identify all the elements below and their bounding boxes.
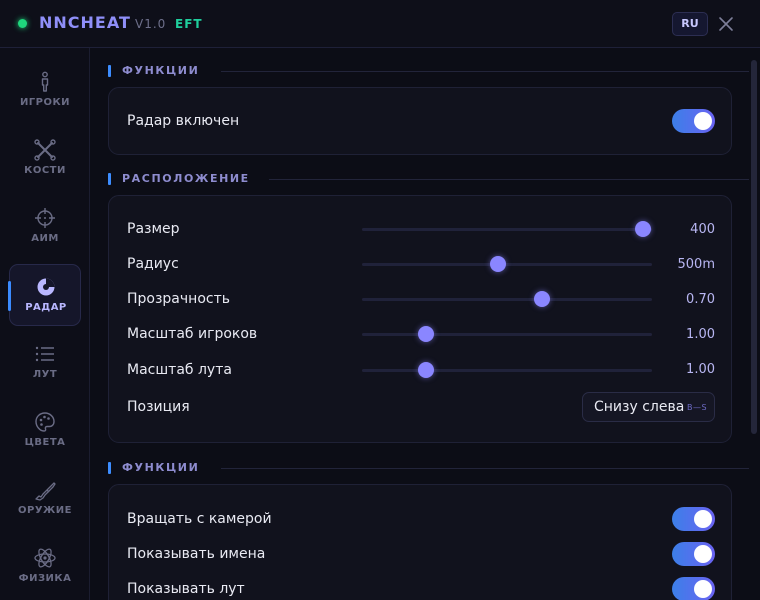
- slider-value: 0.70: [686, 292, 715, 307]
- section-title: ФУНКЦИИ: [122, 461, 200, 474]
- language-button[interactable]: RU: [672, 12, 708, 36]
- rifle-icon: [35, 482, 56, 501]
- app-window: NNCHEAT V1.0 EFT RU ИГРОКИ КОСТИ АИМ РАД…: [0, 0, 760, 600]
- slider-thumb[interactable]: [417, 326, 434, 342]
- slider-value: 500m: [677, 257, 715, 272]
- slider-label: Прозрачность: [127, 291, 230, 307]
- loot-scale-slider[interactable]: [362, 361, 652, 379]
- toggle-knob: [694, 580, 712, 598]
- status-indicator: [18, 19, 27, 28]
- slider-label: Масштаб игроков: [127, 326, 258, 342]
- palette-icon: [35, 412, 55, 432]
- sidebar-item-physics[interactable]: ФИЗИКА: [9, 536, 81, 598]
- slider-thumb[interactable]: [490, 256, 507, 272]
- game-tag: EFT: [175, 17, 203, 31]
- section-title: ФУНКЦИИ: [122, 64, 200, 77]
- content-panel: ФУНКЦИИ Радар включен РАСПОЛОЖЕНИЕ Разме…: [91, 48, 760, 600]
- close-button[interactable]: [716, 14, 736, 34]
- slider-label: Масштаб лута: [127, 362, 232, 378]
- slider-label: Размер: [127, 221, 180, 237]
- crosshair-icon: [35, 208, 55, 228]
- card-placement: Размер 400 Радиус 500m Прозрачность 0.70…: [108, 195, 732, 443]
- sidebar-item-radar[interactable]: РАДАР: [8, 264, 81, 326]
- toggle-label: Вращать с камерой: [127, 511, 272, 527]
- sidebar: ИГРОКИ КОСТИ АИМ РАДАР ЛУТ ЦВЕТА ОРУЖИЕ …: [0, 48, 90, 600]
- section-divider: [269, 179, 749, 180]
- content-scrollbar[interactable]: [751, 60, 757, 434]
- sidebar-item-colors[interactable]: ЦВЕТА: [9, 400, 81, 462]
- radius-slider[interactable]: [362, 255, 652, 273]
- sidebar-item-label: РАДАР: [25, 302, 67, 313]
- slider-track: [362, 298, 652, 301]
- sidebar-item-bones[interactable]: КОСТИ: [9, 128, 81, 190]
- sidebar-item-label: ИГРОКИ: [19, 97, 71, 108]
- slider-label: Радиус: [127, 256, 179, 272]
- position-label: Позиция: [127, 399, 190, 415]
- sidebar-item-label: ЦВЕТА: [24, 437, 66, 448]
- radar-enabled-toggle[interactable]: [672, 109, 715, 133]
- sidebar-item-label: КОСТИ: [24, 165, 66, 176]
- card-functions-top: Радар включен: [108, 87, 732, 155]
- player-scale-slider[interactable]: [362, 325, 652, 343]
- section-accent: [108, 462, 111, 474]
- slider-value: 1.00: [686, 327, 715, 342]
- rotate-with-camera-toggle[interactable]: [672, 507, 715, 531]
- sidebar-item-label: АИМ: [31, 233, 59, 244]
- toggle-label: Показывать имена: [127, 546, 266, 562]
- slider-track: [362, 333, 652, 336]
- slider-track: [362, 228, 652, 231]
- sidebar-item-loot[interactable]: ЛУТ: [9, 332, 81, 394]
- toggle-knob: [694, 112, 712, 130]
- section-divider: [221, 468, 749, 469]
- sidebar-item-players[interactable]: ИГРОКИ: [9, 60, 81, 122]
- app-version: V1.0: [135, 17, 167, 31]
- section-accent: [108, 173, 111, 185]
- toggle-label: Показывать лут: [127, 581, 245, 597]
- player-icon: [41, 71, 49, 92]
- bones-icon: [34, 139, 56, 161]
- app-title: NNCHEAT: [39, 13, 131, 32]
- toggle-knob: [694, 545, 712, 563]
- list-icon: [35, 346, 54, 362]
- slider-track: [362, 369, 652, 372]
- position-select-value: Снизу слева: [594, 399, 685, 415]
- atom-icon: [34, 548, 56, 568]
- section-title: РАСПОЛОЖЕНИЕ: [122, 172, 250, 185]
- toggle-label: Радар включен: [127, 113, 240, 129]
- title-bar: NNCHEAT V1.0 EFT RU: [0, 0, 760, 48]
- toggle-knob: [694, 510, 712, 528]
- show-loot-toggle[interactable]: [672, 577, 715, 600]
- sidebar-item-aim[interactable]: АИМ: [9, 196, 81, 258]
- position-select[interactable]: Снизу слева B—S: [582, 392, 715, 422]
- position-select-hint: B—S: [687, 403, 708, 412]
- slider-value: 1.00: [686, 362, 715, 377]
- slider-track: [362, 263, 652, 266]
- sidebar-item-label: ФИЗИКА: [18, 573, 72, 584]
- close-icon: [719, 17, 733, 31]
- section-divider: [221, 71, 749, 72]
- sidebar-item-weapons[interactable]: ОРУЖИЕ: [9, 468, 81, 530]
- slider-value: 400: [690, 222, 715, 237]
- slider-thumb[interactable]: [417, 362, 434, 378]
- slider-thumb[interactable]: [533, 291, 550, 307]
- size-slider[interactable]: [362, 220, 652, 238]
- show-names-toggle[interactable]: [672, 542, 715, 566]
- opacity-slider[interactable]: [362, 290, 652, 308]
- card-functions-bottom: Вращать с камерой Показывать имена Показ…: [108, 484, 732, 600]
- sidebar-item-label: ОРУЖИЕ: [18, 505, 72, 516]
- section-accent: [108, 65, 111, 77]
- radar-icon: [37, 278, 55, 296]
- sidebar-item-label: ЛУТ: [32, 369, 58, 380]
